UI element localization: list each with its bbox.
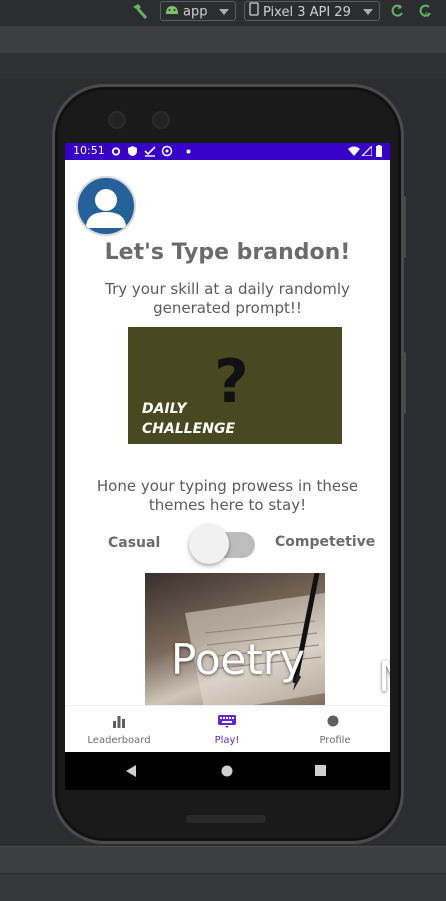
bottom-speaker xyxy=(186,815,266,823)
themes-description: Hone your typing prowess in these themes… xyxy=(96,477,359,514)
recents-square-icon[interactable] xyxy=(315,765,326,776)
bottom-navigation: Leaderboard Play! Profile xyxy=(65,705,390,752)
profile-avatar[interactable] xyxy=(76,176,136,236)
signal-icon xyxy=(362,146,372,156)
volume-button xyxy=(402,352,406,414)
nav-item-play[interactable]: Play! xyxy=(173,706,281,752)
ide-subtoolbar xyxy=(0,53,446,79)
run-config-label: app xyxy=(183,4,208,20)
nav-item-profile[interactable]: Profile xyxy=(281,706,389,752)
status-time: 10:51 xyxy=(73,144,105,157)
circle-icon xyxy=(327,715,339,727)
back-triangle-icon[interactable] xyxy=(126,765,138,777)
user-avatar-icon xyxy=(86,189,126,228)
home-circle-icon[interactable] xyxy=(221,765,233,777)
nav-label-play: Play! xyxy=(214,735,240,746)
toggle-label-competitive: Competetive xyxy=(275,534,376,550)
page-title: Let's Type brandon! xyxy=(104,240,351,265)
theme-label-poetry: Poetry xyxy=(171,635,305,684)
data-saver-icon xyxy=(161,145,173,157)
settings-gear-icon xyxy=(111,147,121,156)
daily-challenge-card[interactable]: ? DAILY CHALLENGE xyxy=(128,327,342,444)
app-content: Let's Type brandon! Try your skill at a … xyxy=(65,160,390,752)
daily-challenge-line2: CHALLENGE xyxy=(142,421,236,437)
device-label: Pixel 3 API 29 xyxy=(263,5,351,20)
bar-chart-icon xyxy=(113,716,125,728)
device-dropdown[interactable]: Pixel 3 API 29 xyxy=(244,1,380,21)
notification-dot-icon xyxy=(186,149,191,154)
phone-device-icon xyxy=(249,2,259,23)
wifi-icon xyxy=(348,146,360,156)
ide-tab-strip xyxy=(0,26,446,54)
mode-toggle-switch[interactable] xyxy=(189,524,255,564)
apply-code-changes-icon[interactable]: A xyxy=(418,4,432,18)
ide-bottom-toolbar xyxy=(0,846,446,873)
shield-icon xyxy=(128,146,137,156)
ide-toolbar: app Pixel 3 API 29 A xyxy=(0,0,446,26)
daily-challenge-line1: DAILY xyxy=(142,401,187,417)
nav-label-leaderboard: Leaderboard xyxy=(87,735,151,746)
front-camera-icon xyxy=(152,111,170,129)
status-bar: 10:51 xyxy=(65,143,390,160)
nav-item-leaderboard[interactable]: Leaderboard xyxy=(65,706,173,752)
battery-icon xyxy=(376,145,382,157)
device-screen: 10:51 Let's Type brandon! Try your skill… xyxy=(65,143,390,790)
checkmark-download-icon xyxy=(144,146,156,157)
chevron-down-icon xyxy=(363,9,373,15)
keyboard-icon xyxy=(218,715,236,728)
daily-prompt-text: Try your skill at a daily randomly gener… xyxy=(105,280,350,317)
run-config-dropdown[interactable]: app xyxy=(160,1,236,21)
front-camera-icon xyxy=(108,111,126,129)
toggle-label-casual: Casual xyxy=(108,535,161,551)
apply-changes-icon[interactable] xyxy=(390,4,404,18)
theme-label-next: N xyxy=(378,652,390,701)
power-button xyxy=(402,196,406,258)
ide-status-strip xyxy=(0,873,446,901)
build-hammer-icon[interactable] xyxy=(130,3,150,21)
system-navigation-bar xyxy=(65,752,390,790)
chevron-down-icon xyxy=(219,9,229,15)
switch-thumb[interactable] xyxy=(189,524,229,564)
nav-label-profile: Profile xyxy=(319,735,351,746)
svg-text:A: A xyxy=(424,11,429,18)
daily-challenge-label: DAILY CHALLENGE xyxy=(142,399,235,439)
android-icon xyxy=(165,2,179,22)
